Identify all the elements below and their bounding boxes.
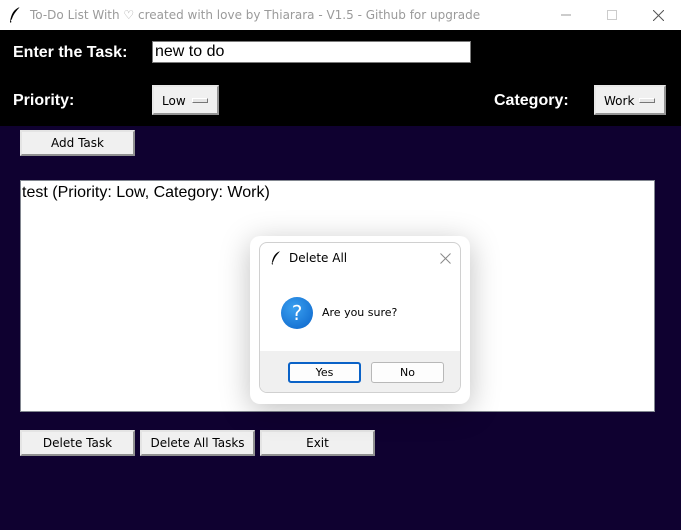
dialog-message: Are you sure?	[322, 306, 398, 319]
window-title: To-Do List With ♡ created with love by T…	[30, 8, 481, 22]
maximize-icon	[607, 10, 617, 20]
delete-all-tasks-button[interactable]: Delete All Tasks	[140, 430, 255, 456]
title-bar: To-Do List With ♡ created with love by T…	[0, 0, 681, 30]
add-task-button[interactable]: Add Task	[20, 130, 135, 156]
minimize-icon	[561, 14, 571, 16]
category-label: Category:	[494, 92, 569, 109]
dialog-footer: Yes No	[260, 351, 460, 392]
list-item[interactable]: test (Priority: Low, Category: Work)	[22, 184, 270, 202]
category-value: Work	[604, 94, 635, 108]
yes-button[interactable]: Yes	[288, 362, 361, 383]
close-icon	[439, 252, 451, 264]
priority-label: Priority:	[13, 92, 75, 109]
no-button[interactable]: No	[371, 362, 444, 383]
dialog-title: Delete All	[289, 251, 348, 265]
input-header: Enter the Task: Priority: Low Category: …	[0, 30, 681, 126]
minimize-button[interactable]	[543, 0, 589, 30]
feather-icon	[271, 251, 281, 265]
task-input[interactable]	[152, 41, 471, 63]
priority-dropdown[interactable]: Low	[152, 85, 219, 115]
dropdown-indicator-icon	[192, 98, 208, 103]
close-icon	[652, 9, 664, 21]
dialog-close-button[interactable]	[436, 249, 454, 267]
question-icon: ?	[281, 297, 313, 329]
dropdown-indicator-icon	[639, 98, 655, 103]
priority-value: Low	[162, 94, 186, 108]
category-dropdown[interactable]: Work	[594, 85, 666, 115]
maximize-button[interactable]	[589, 0, 635, 30]
exit-button[interactable]: Exit	[260, 430, 375, 456]
close-window-button[interactable]	[635, 0, 681, 30]
feather-icon	[10, 6, 21, 23]
delete-task-button[interactable]: Delete Task	[20, 430, 135, 456]
confirm-dialog: Delete All ? Are you sure? Yes No	[259, 242, 461, 393]
task-label: Enter the Task:	[13, 44, 128, 61]
